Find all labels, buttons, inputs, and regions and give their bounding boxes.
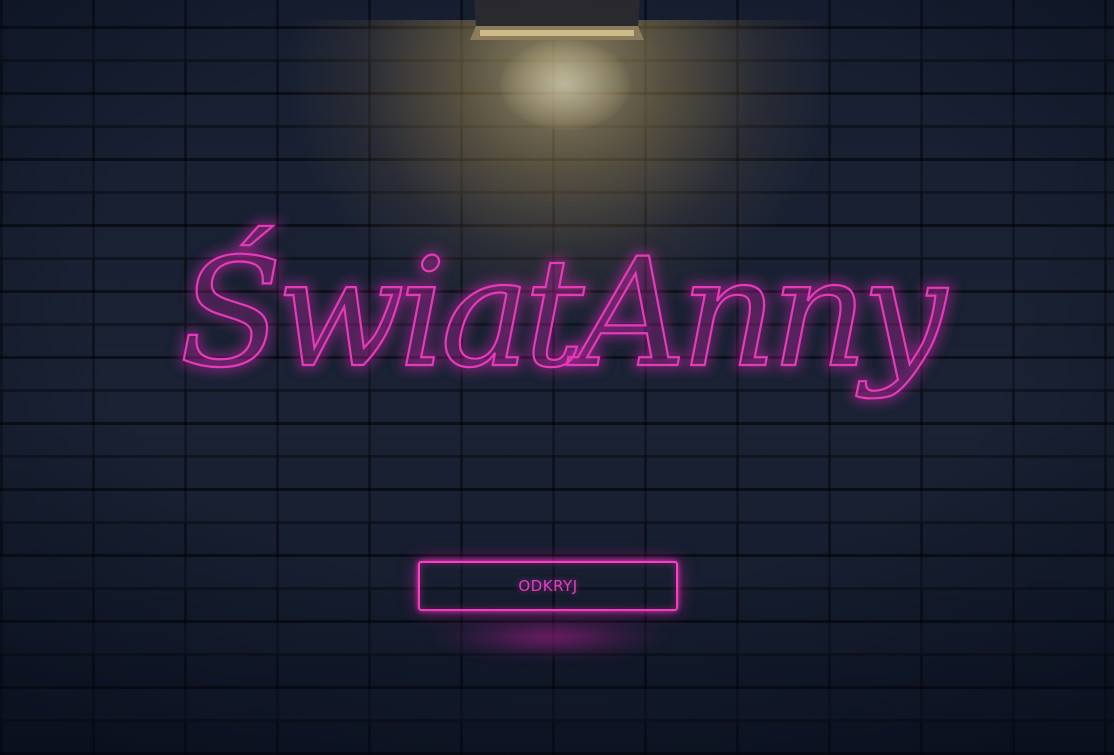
discover-button[interactable]: ODKRYJ (418, 561, 678, 611)
hero-section: ŚwiatAnny ŚwiatAnny ODKRYJ (0, 0, 1114, 755)
wall-lamp-icon (470, 0, 644, 40)
lamp-light-hotspot (500, 40, 630, 130)
button-reflection (400, 622, 700, 682)
neon-sign: ŚwiatAnny ŚwiatAnny (175, 221, 959, 406)
neon-title: ŚwiatAnny (179, 225, 948, 401)
